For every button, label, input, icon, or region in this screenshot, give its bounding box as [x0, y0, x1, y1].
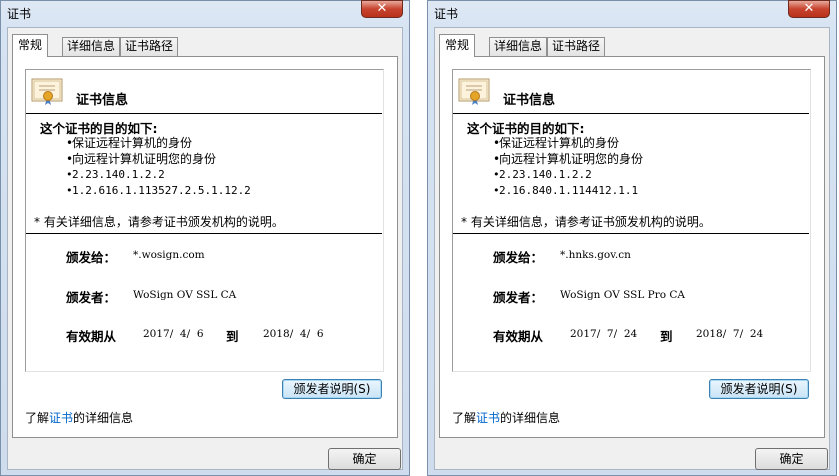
list-item: •1.2.616.1.113527.2.5.1.12.2 [66, 184, 251, 197]
issuer-statement-button[interactable]: 颁发者说明(S) [282, 379, 382, 399]
dialog-body: 常规 详细信息 证书路径 证书信息 这个证书的目的如下: •保证远程计算机的身份 [7, 27, 403, 470]
issued-to-label: 颁发给： [493, 250, 544, 265]
close-icon: ✕ [803, 1, 815, 16]
certificate-dialog-right: 证书 ✕ 常规 详细信息 证书路径 证书信息 这个证书的目的如下: •保证远程计… [427, 0, 837, 476]
valid-from-label: 有效期从 [493, 329, 544, 344]
close-icon: ✕ [376, 1, 388, 16]
certificate-dialog-left: 证书 ✕ 常规 详细信息 证书路径 证书信息 这个证书的目的如下: •保证远程计… [0, 0, 410, 476]
valid-from-value: 2017/ 7/ 24 [570, 328, 638, 340]
title-bar[interactable]: 证书 ✕ [428, 0, 836, 25]
ok-button[interactable]: 确定 [328, 448, 401, 470]
window-title: 证书 [434, 7, 459, 21]
issued-by-label: 颁发者： [66, 290, 117, 305]
details-note: * 有关详细信息，请参考证书颁发机构的说明。 [34, 215, 284, 229]
ok-button[interactable]: 确定 [755, 448, 828, 470]
issued-to-label: 颁发给： [66, 250, 117, 265]
certificate-icon [31, 78, 63, 105]
purpose-list: •保证远程计算机的身份 •向远程计算机证明您的身份 •2.23.140.1.2.… [493, 135, 643, 199]
valid-from-value: 2017/ 4/ 6 [143, 328, 204, 340]
issued-to-value: *.hnks.gov.cn [560, 249, 631, 261]
list-item: •2.23.140.1.2.2 [66, 168, 165, 181]
divider [26, 113, 382, 114]
divider [453, 233, 809, 234]
issued-by-value: WoSign OV SSL Pro CA [560, 289, 685, 301]
tab-general[interactable]: 常规 [12, 34, 49, 57]
tab-certification-path[interactable]: 证书路径 [547, 37, 606, 56]
issued-to-value: *.wosign.com [133, 249, 205, 261]
list-item: •2.16.840.1.114412.1.1 [493, 184, 639, 197]
list-item: •保证远程计算机的身份 [493, 136, 620, 150]
list-item: •2.23.140.1.2.2 [493, 168, 592, 181]
valid-to-label: 到 [660, 329, 673, 344]
certificate-info-heading: 证书信息 [76, 93, 129, 108]
valid-from-label: 有效期从 [66, 329, 117, 344]
certificate-link[interactable]: 证书 [476, 411, 500, 425]
list-item: •向远程计算机证明您的身份 [66, 152, 217, 166]
details-note: * 有关详细信息，请参考证书颁发机构的说明。 [461, 215, 711, 229]
issuer-statement-button[interactable]: 颁发者说明(S) [709, 379, 809, 399]
valid-to-label: 到 [226, 329, 239, 344]
valid-to-value: 2018/ 4/ 6 [263, 328, 324, 340]
certificate-info-box: 证书信息 这个证书的目的如下: •保证远程计算机的身份 •向远程计算机证明您的身… [25, 69, 384, 372]
window-title: 证书 [7, 7, 32, 21]
divider [453, 113, 809, 114]
certificate-info-heading: 证书信息 [503, 93, 556, 108]
title-bar[interactable]: 证书 ✕ [1, 0, 409, 25]
tab-details[interactable]: 详细信息 [62, 37, 121, 56]
issued-by-label: 颁发者： [493, 290, 544, 305]
divider [26, 233, 382, 234]
tab-panel-general: 证书信息 这个证书的目的如下: •保证远程计算机的身份 •向远程计算机证明您的身… [12, 56, 398, 438]
learn-more-text: 了解证书的详细信息 [452, 411, 561, 425]
dialog-body: 常规 详细信息 证书路径 证书信息 这个证书的目的如下: •保证远程计算机的身份 [434, 27, 830, 470]
list-item: •保证远程计算机的身份 [66, 136, 193, 150]
tab-panel-general: 证书信息 这个证书的目的如下: •保证远程计算机的身份 •向远程计算机证明您的身… [439, 56, 825, 438]
close-button[interactable]: ✕ [788, 0, 830, 18]
certificate-info-box: 证书信息 这个证书的目的如下: •保证远程计算机的身份 •向远程计算机证明您的身… [452, 69, 811, 372]
tab-details[interactable]: 详细信息 [489, 37, 548, 56]
certificate-icon [458, 78, 490, 105]
learn-more-text: 了解证书的详细信息 [25, 411, 134, 425]
close-button[interactable]: ✕ [361, 0, 403, 18]
certificate-link[interactable]: 证书 [49, 411, 73, 425]
tab-general[interactable]: 常规 [439, 34, 476, 57]
issued-by-value: WoSign OV SSL CA [133, 289, 237, 301]
tab-certification-path[interactable]: 证书路径 [120, 37, 179, 56]
valid-to-value: 2018/ 7/ 24 [696, 328, 764, 340]
purpose-list: •保证远程计算机的身份 •向远程计算机证明您的身份 •2.23.140.1.2.… [66, 135, 251, 199]
list-item: •向远程计算机证明您的身份 [493, 152, 644, 166]
